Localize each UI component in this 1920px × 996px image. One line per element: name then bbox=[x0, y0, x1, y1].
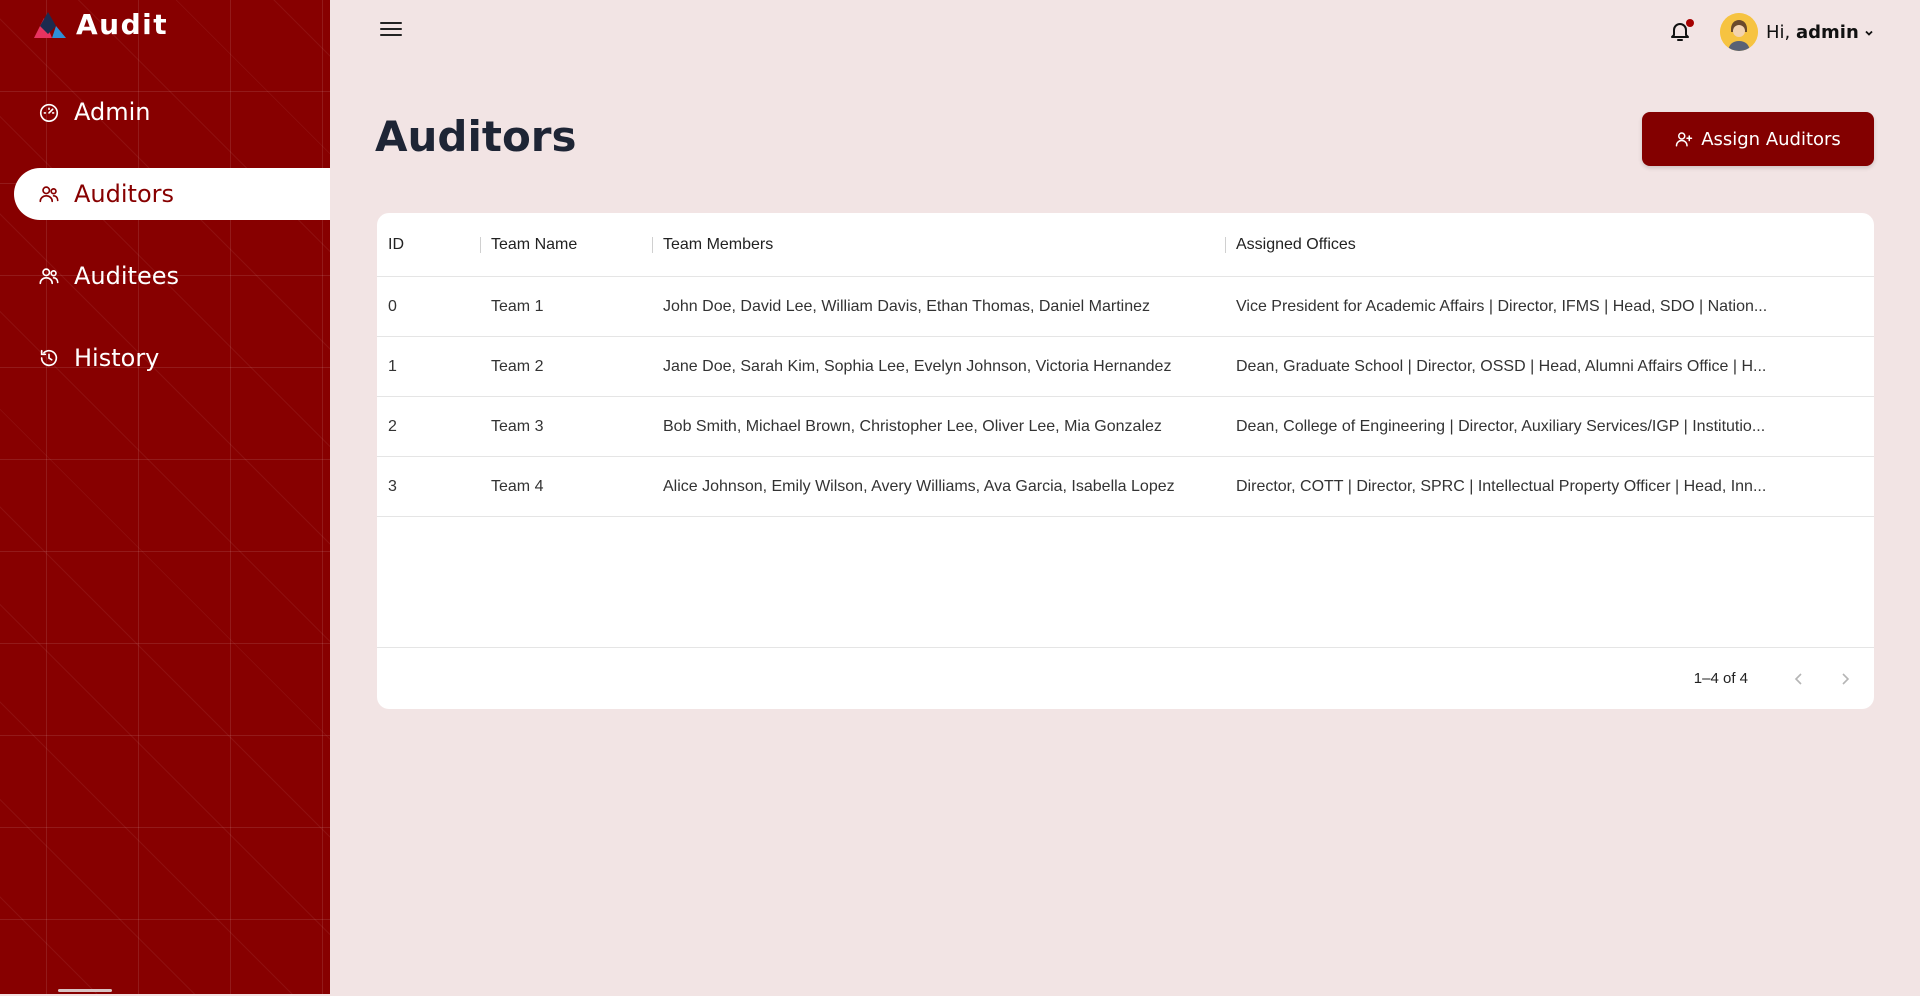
column-separator[interactable] bbox=[652, 236, 653, 253]
cell-team-name: Team 3 bbox=[491, 417, 544, 435]
cell-id: 0 bbox=[388, 297, 397, 315]
column-separator[interactable] bbox=[480, 236, 481, 253]
bell-icon bbox=[1668, 23, 1692, 48]
dashboard-gauge-icon bbox=[38, 101, 60, 123]
pagination-range: 1–4 of 4 bbox=[1693, 670, 1748, 687]
auditors-table: ID Team Name Team Members Assigned Offic… bbox=[377, 213, 1874, 709]
cell-team-members: John Doe, David Lee, William Davis, Etha… bbox=[663, 297, 1151, 315]
cell-team-members: Bob Smith, Michael Brown, Christopher Le… bbox=[663, 417, 1162, 435]
table-row[interactable]: 0 Team 1 John Doe, David Lee, William Da… bbox=[377, 277, 1874, 337]
cell-team-members: Jane Doe, Sarah Kim, Sophia Lee, Evelyn … bbox=[663, 357, 1172, 375]
brand[interactable]: Audit bbox=[26, 4, 168, 44]
brand-name: Audit bbox=[76, 7, 169, 41]
table-pagination: 1–4 of 4 bbox=[377, 647, 1874, 709]
sidebar-item-label: Admin bbox=[74, 98, 151, 126]
sidebar-scrollbar[interactable] bbox=[58, 989, 112, 992]
column-header-label: Assigned Offices bbox=[1236, 235, 1356, 253]
sidebar-item-label: Auditors bbox=[74, 180, 174, 208]
chevron-down-icon bbox=[1863, 26, 1875, 38]
cell-assigned-offices: Director, COTT | Director, SPRC | Intell… bbox=[1236, 477, 1767, 495]
users-icon bbox=[38, 265, 60, 287]
sidebar-nav: Admin Auditors Auditees History bbox=[0, 86, 330, 414]
cell-assigned-offices: Dean, Graduate School | Director, OSSD |… bbox=[1236, 357, 1767, 375]
table-row[interactable]: 3 Team 4 Alice Johnson, Emily Wilson, Av… bbox=[377, 457, 1874, 517]
sidebar: Audit Admin Auditors Auditees History bbox=[0, 0, 330, 994]
cell-assigned-offices: Dean, College of Engineering | Director,… bbox=[1236, 417, 1766, 435]
column-header-label: Team Name bbox=[491, 235, 578, 253]
greeting-text: Hi, bbox=[1766, 21, 1791, 43]
cell-id: 3 bbox=[388, 477, 397, 495]
table-header: ID Team Name Team Members Assigned Offic… bbox=[377, 213, 1874, 277]
user-greeting: Hi, admin bbox=[1766, 22, 1859, 43]
assign-auditors-button[interactable]: Assign Auditors bbox=[1642, 112, 1874, 166]
add-user-icon bbox=[1675, 132, 1693, 147]
username: admin bbox=[1796, 21, 1859, 43]
next-page-button[interactable] bbox=[1832, 666, 1858, 692]
cell-team-name: Team 4 bbox=[491, 477, 544, 495]
history-clock-icon bbox=[38, 347, 60, 369]
column-header-label: ID bbox=[388, 235, 404, 253]
sidebar-item-admin[interactable]: Admin bbox=[0, 86, 330, 138]
sidebar-item-auditees[interactable]: Auditees bbox=[0, 250, 330, 302]
column-header-assigned-offices[interactable]: Assigned Offices bbox=[1225, 236, 1797, 254]
sidebar-item-label: History bbox=[74, 344, 160, 372]
cell-id: 2 bbox=[388, 417, 397, 435]
avatar bbox=[1720, 13, 1758, 51]
column-header-label: Team Members bbox=[663, 235, 774, 253]
chevron-right-icon bbox=[1842, 672, 1850, 685]
audit-logo-icon bbox=[26, 4, 68, 45]
previous-page-button[interactable] bbox=[1786, 666, 1812, 692]
sidebar-item-auditors[interactable]: Auditors bbox=[14, 168, 330, 220]
cell-id: 1 bbox=[388, 357, 397, 375]
cell-assigned-offices: Vice President for Academic Affairs | Di… bbox=[1236, 297, 1768, 315]
notification-button[interactable] bbox=[1668, 18, 1694, 46]
table-row[interactable]: 1 Team 2 Jane Doe, Sarah Kim, Sophia Lee… bbox=[377, 337, 1874, 397]
column-header-id[interactable]: ID bbox=[377, 236, 480, 254]
assign-auditors-label: Assign Auditors bbox=[1701, 128, 1841, 150]
hamburger-menu-icon[interactable] bbox=[378, 18, 404, 44]
users-icon bbox=[38, 183, 60, 205]
column-header-team-name[interactable]: Team Name bbox=[480, 236, 652, 254]
notification-dot bbox=[1686, 19, 1694, 27]
cell-team-name: Team 1 bbox=[491, 297, 544, 315]
sidebar-item-history[interactable]: History bbox=[0, 332, 330, 384]
chevron-left-icon bbox=[1794, 672, 1802, 685]
sidebar-item-label: Auditees bbox=[74, 262, 179, 290]
user-menu[interactable]: Hi, admin bbox=[1720, 12, 1875, 52]
cell-team-name: Team 2 bbox=[491, 357, 544, 375]
page-title: Auditors bbox=[375, 112, 577, 161]
column-header-team-members[interactable]: Team Members bbox=[652, 236, 1225, 254]
column-separator[interactable] bbox=[1225, 236, 1226, 253]
cell-team-members: Alice Johnson, Emily Wilson, Avery Willi… bbox=[663, 477, 1175, 495]
table-row[interactable]: 2 Team 3 Bob Smith, Michael Brown, Chris… bbox=[377, 397, 1874, 457]
